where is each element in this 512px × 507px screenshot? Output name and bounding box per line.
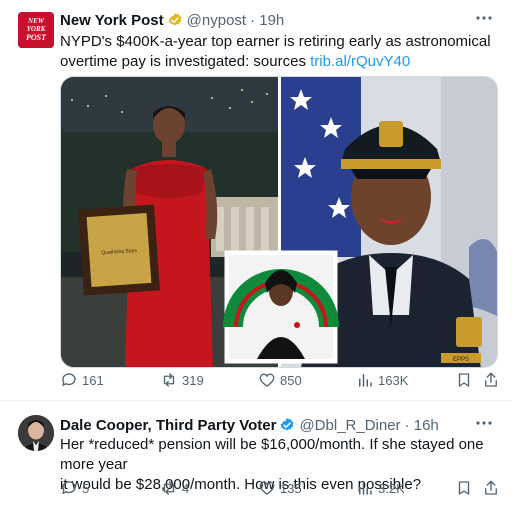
- heart-icon: [259, 481, 275, 495]
- reply-icon: [62, 481, 76, 494]
- share-button[interactable]: [482, 370, 500, 390]
- like-count: 850: [280, 372, 302, 388]
- verified-badge-icon[interactable]: [279, 417, 295, 433]
- tweet-text: NYPD's $400K-a-year top earner is retiri…: [60, 32, 500, 72]
- repost-count: 319: [182, 372, 204, 388]
- views-button[interactable]: 3.2K: [356, 478, 405, 498]
- tweet-time[interactable]: · 16h: [405, 417, 439, 434]
- nypost-avatar[interactable]: NEW YORK POST: [18, 12, 54, 48]
- tweet-actions: 161 319 850 163K: [60, 370, 500, 390]
- repost-icon: [163, 481, 175, 495]
- nypost-logo: NEW YORK POST: [18, 12, 54, 48]
- svg-text:YORK: YORK: [27, 25, 47, 33]
- heart-icon: [259, 373, 275, 387]
- more-icon[interactable]: [474, 415, 494, 431]
- author-handle[interactable]: @Dbl_R_Diner: [299, 417, 400, 434]
- dale-avatar-photo: [18, 415, 54, 451]
- share-button[interactable]: [482, 478, 500, 498]
- views-count: 3.2K: [378, 480, 405, 496]
- bookmark-icon: [458, 481, 470, 495]
- author-name[interactable]: Dale Cooper, Third Party Voter: [60, 417, 276, 434]
- reply-button[interactable]: 161: [60, 370, 104, 390]
- tweet-body: NYPD's $400K-a-year top earner is retiri…: [60, 33, 491, 70]
- svg-text:NEW: NEW: [27, 17, 45, 25]
- repost-count: 4: [182, 480, 190, 496]
- share-icon: [485, 480, 497, 495]
- bookmark-icon: [458, 373, 470, 387]
- bookmark-button[interactable]: [455, 478, 473, 498]
- tweet2-line1: Her *reduced* pension will be $16,000/mo…: [60, 436, 484, 473]
- reply-count: 5: [82, 480, 90, 496]
- tweet2-header: Dale Cooper, Third Party Voter @Dbl_R_Di…: [60, 415, 439, 435]
- media-collage: Quathisha Epps EPPS: [61, 77, 497, 367]
- repost-button[interactable]: 4: [160, 478, 189, 498]
- tweet-nypost[interactable]: NEW YORK POST New York Post @nypost · 19…: [0, 0, 512, 400]
- bookmark-button[interactable]: [455, 370, 473, 390]
- like-button[interactable]: 135: [258, 478, 302, 498]
- views-button[interactable]: 163K: [356, 370, 408, 390]
- more-icon[interactable]: [474, 10, 494, 26]
- tweet-header: New York Post @nypost · 19h: [60, 10, 284, 30]
- repost-button[interactable]: 319: [160, 370, 204, 390]
- svg-text:POST: POST: [26, 33, 47, 42]
- share-icon: [485, 372, 497, 387]
- views-chart-icon: [359, 374, 372, 387]
- tweet-link[interactable]: trib.al/rQuvY40: [310, 53, 410, 70]
- repost-icon: [163, 373, 175, 387]
- verified-badge-icon[interactable]: [167, 12, 183, 28]
- reply-count: 161: [82, 372, 104, 388]
- badge-name: EPPS: [453, 357, 469, 363]
- tweet-media[interactable]: Quathisha Epps EPPS: [60, 76, 498, 368]
- author-name[interactable]: New York Post: [60, 12, 164, 29]
- like-button[interactable]: 850: [258, 370, 302, 390]
- author-handle[interactable]: @nypost: [187, 12, 246, 29]
- photo-inset: [223, 250, 339, 364]
- views-count: 163K: [378, 372, 409, 388]
- tweet2-actions: 5 4 135 3.2K: [60, 478, 500, 498]
- reply-icon: [62, 373, 76, 386]
- dale-cooper-avatar[interactable]: [18, 415, 54, 451]
- reply-button[interactable]: 5: [60, 478, 89, 498]
- tweet-time[interactable]: · 19h: [250, 12, 284, 29]
- like-count: 135: [280, 480, 302, 496]
- views-chart-icon: [359, 482, 372, 495]
